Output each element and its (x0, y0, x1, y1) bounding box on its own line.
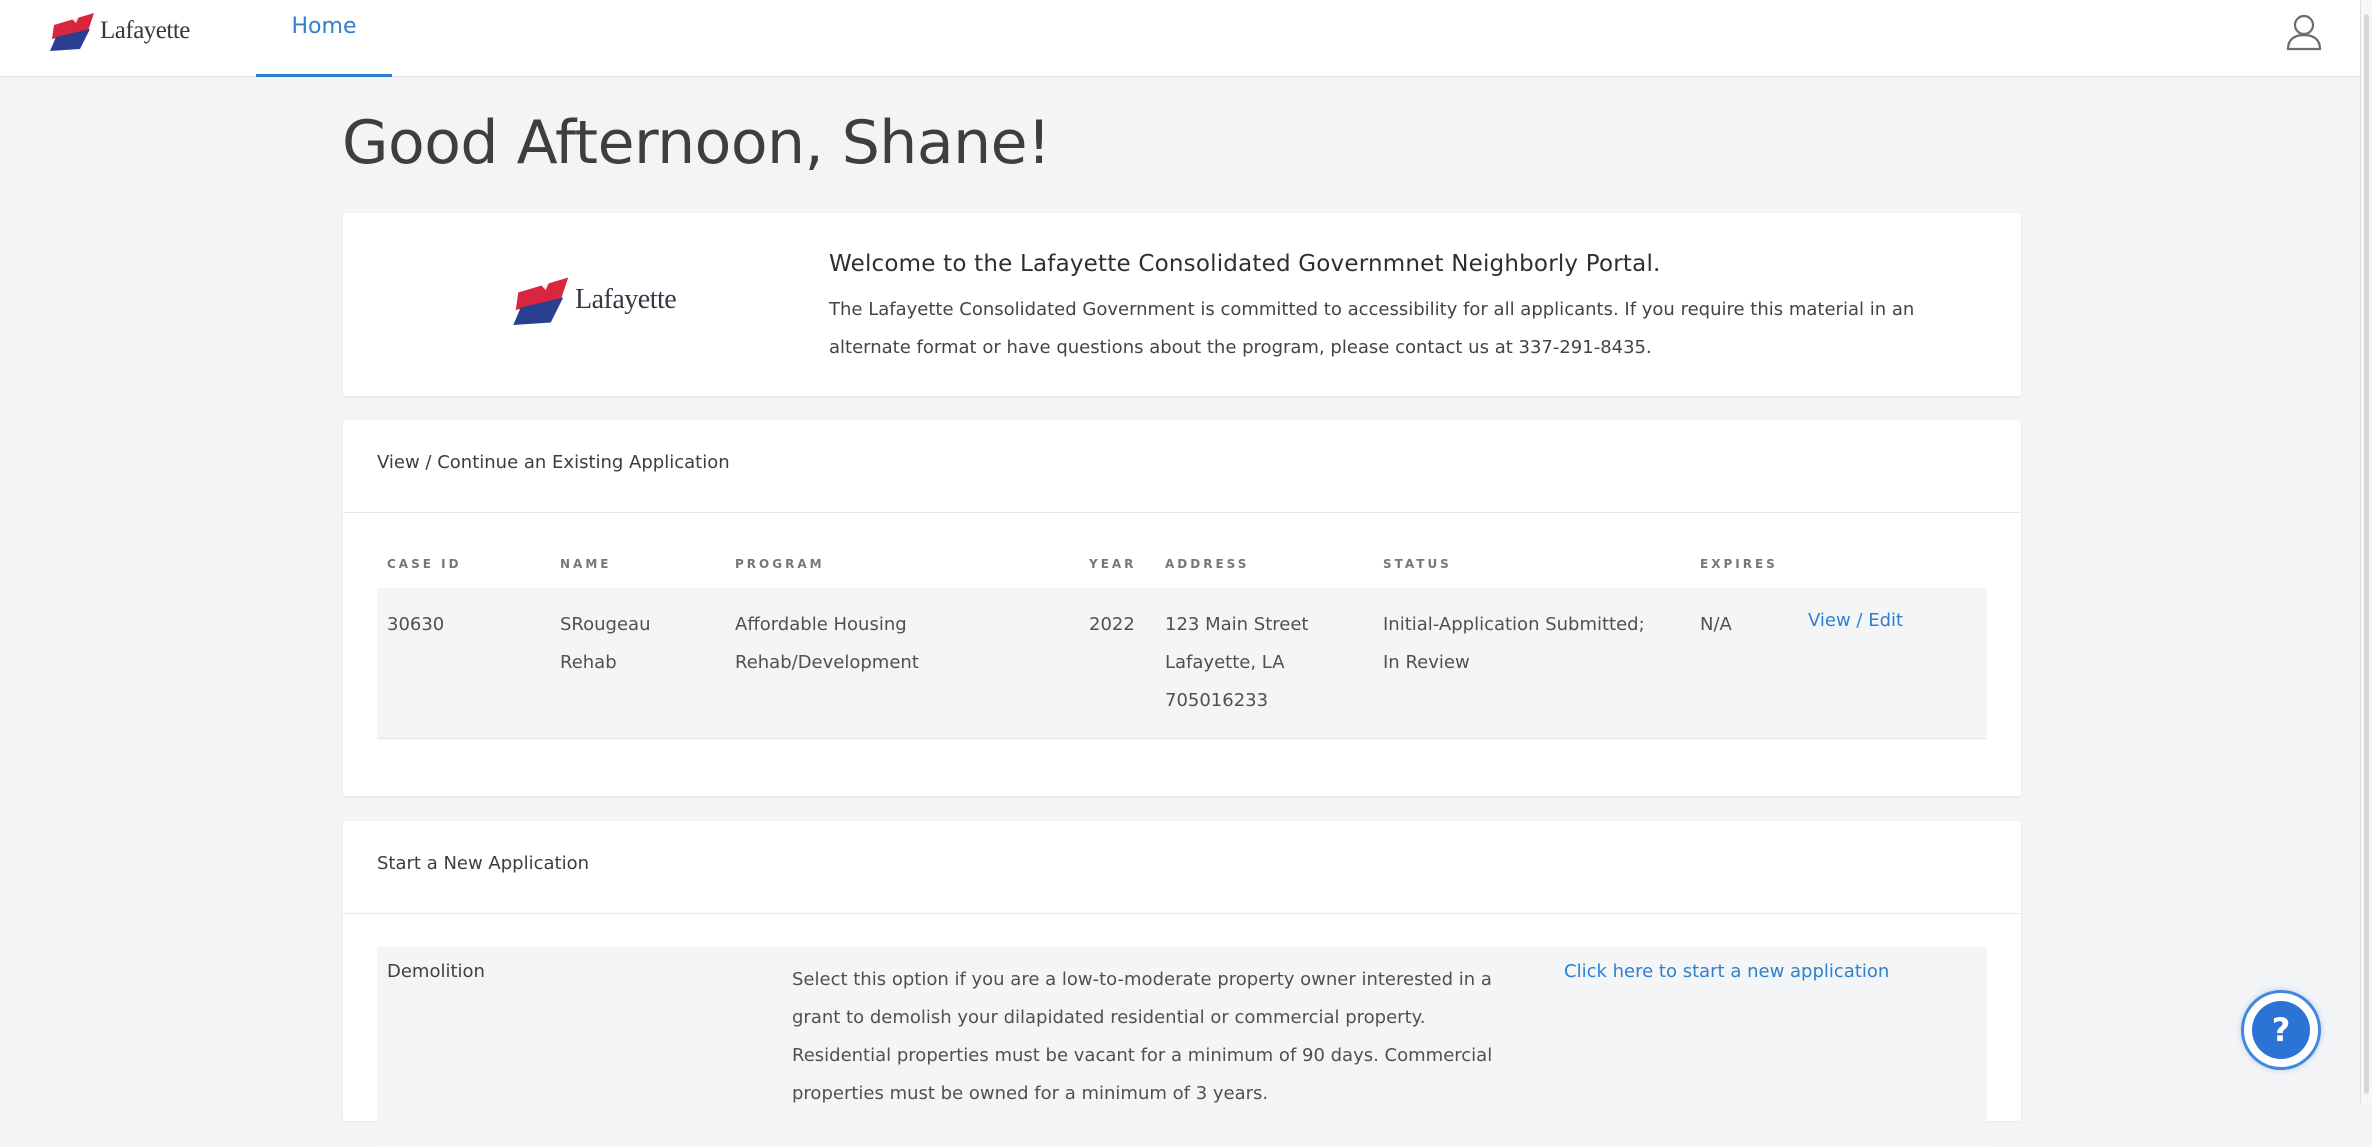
column-header-program: PROGRAM (735, 557, 825, 571)
header-logo-text: Lafayette (100, 17, 190, 44)
card-divider (343, 913, 2021, 914)
new-application-header: Start a New Application (377, 853, 590, 874)
lafayette-logo-icon (513, 277, 569, 325)
help-button[interactable]: ? (2241, 990, 2321, 1070)
welcome-title: Welcome to the Lafayette Consolidated Go… (829, 251, 1661, 277)
column-header-address: ADDRESS (1165, 557, 1250, 571)
lafayette-logo-icon (50, 13, 94, 51)
column-header-name: NAME (560, 557, 612, 571)
existing-applications-header: View / Continue an Existing Application (377, 452, 730, 473)
top-navigation-bar: Lafayette Home (0, 0, 2360, 77)
cell-program-line2: Rehab/Development (735, 652, 919, 673)
cell-program: Affordable Housing Rehab/Development (735, 606, 919, 682)
program-description-demolition: Select this option if you are a low-to-m… (792, 969, 1493, 1104)
header-logo[interactable]: Lafayette (50, 6, 190, 56)
welcome-logo: Lafayette (513, 275, 677, 325)
card-divider (343, 512, 2021, 513)
cell-case-id: 30630 (387, 614, 445, 635)
cell-status-line1: Initial-Application Submitted; (1383, 614, 1645, 635)
cell-expires: N/A (1700, 614, 1732, 635)
cell-address: 123 Main Street Lafayette, LA 705016233 (1165, 606, 1308, 720)
help-icon: ? (2252, 1001, 2310, 1059)
existing-applications-card: View / Continue an Existing Application … (343, 420, 2021, 796)
cell-address-line1: 123 Main Street (1165, 614, 1309, 635)
column-header-case-id: CASE ID (387, 557, 462, 571)
cell-year: 2022 (1089, 614, 1135, 635)
welcome-logo-text: Lafayette (575, 284, 677, 315)
welcome-card: Lafayette Welcome to the Lafayette Conso… (343, 213, 2021, 396)
start-new-application-link[interactable]: Click here to start a new application (1564, 961, 1889, 982)
column-header-status: STATUS (1383, 557, 1452, 571)
column-header-expires: EXPIRES (1700, 557, 1778, 571)
program-name-demolition: Demolition (387, 961, 485, 982)
new-application-card: Start a New Application Demolition Selec… (343, 821, 2021, 1147)
user-icon[interactable] (2285, 12, 2323, 52)
cell-program-line1: Affordable Housing (735, 614, 907, 635)
view-edit-link[interactable]: View / Edit (1808, 602, 1903, 640)
cell-address-line2: Lafayette, LA (1165, 652, 1285, 673)
cell-name: SRougeau Rehab (560, 606, 650, 682)
scrollbar-thumb[interactable] (2364, 14, 2369, 1094)
cell-name-line2: Rehab (560, 652, 617, 673)
nav-tab-home[interactable]: Home (256, 0, 392, 77)
welcome-body: The Lafayette Consolidated Government is… (829, 299, 1915, 358)
cell-name-line1: SRougeau (560, 614, 651, 635)
cell-status-line2: In Review (1383, 652, 1470, 673)
column-header-year: YEAR (1089, 557, 1137, 571)
cell-status: Initial-Application Submitted; In Review (1383, 606, 1645, 682)
cell-address-line3: 705016233 (1165, 690, 1269, 711)
page-greeting: Good Afternoon, Shane! (342, 108, 1051, 178)
